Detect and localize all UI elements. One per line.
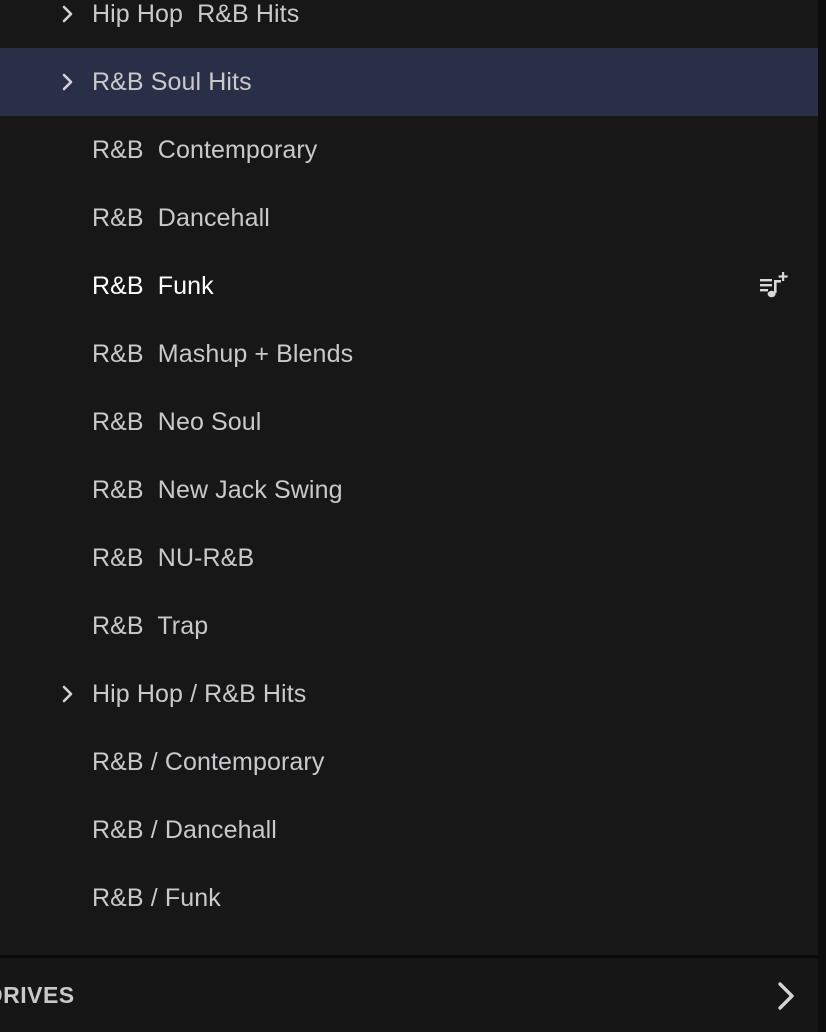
tree-item-rnb-mashup-blends[interactable]: R&B Mashup + Blends xyxy=(0,320,818,388)
tree-item-label: R&B Dancehall xyxy=(92,203,270,232)
tree-item-rnb-contemporary[interactable]: R&B Contemporary xyxy=(0,116,818,184)
tree-item-rnb-nu-rnb[interactable]: R&B NU-R&B xyxy=(0,524,818,592)
tree-item-label: R&B NU-R&B xyxy=(92,543,255,572)
tree-item-rnb-new-jack-swing[interactable]: R&B New Jack Swing xyxy=(0,456,818,524)
tree-item-label: R&B Neo Soul xyxy=(92,407,262,436)
library-browser-panel: Hip Hop R&B Hits R&B Soul Hits R&B Conte… xyxy=(0,0,826,1032)
tree-item-label: R&B / Dancehall xyxy=(92,815,277,844)
tree-item-rnb-soul-hits[interactable]: R&B Soul Hits xyxy=(0,48,818,116)
tree-item-rnb-trap[interactable]: R&B Trap xyxy=(0,592,818,660)
tree-item-label: R&B New Jack Swing xyxy=(92,475,343,504)
chevron-right-icon[interactable] xyxy=(58,72,78,92)
chevron-right-icon[interactable] xyxy=(772,980,800,1012)
tree-item-label: Hip Hop / R&B Hits xyxy=(92,679,307,708)
tree-item-label: Hip Hop R&B Hits xyxy=(92,0,300,28)
tree-item-label: R&B Funk xyxy=(92,271,214,300)
chevron-right-icon[interactable] xyxy=(58,684,78,704)
tree-item-label: R&B Mashup + Blends xyxy=(92,339,354,368)
tree-item-rnb-funk[interactable]: R&B Funk xyxy=(0,252,818,320)
tree-item-label: R&B / Contemporary xyxy=(92,747,325,776)
add-to-queue-icon[interactable] xyxy=(758,270,790,302)
tree-item-label: R&B / Funk xyxy=(92,883,221,912)
tree-item-rnb-neo-soul[interactable]: R&B Neo Soul xyxy=(0,388,818,456)
playlist-tree: Hip Hop R&B Hits R&B Soul Hits R&B Conte… xyxy=(0,0,818,932)
drives-section-label: DRIVES xyxy=(0,982,75,1008)
panel-edge xyxy=(818,0,826,1032)
tree-item-label: R&B Trap xyxy=(92,611,209,640)
tree-item-rnb-slash-contemporary[interactable]: R&B / Contemporary xyxy=(0,728,818,796)
tree-item-label: R&B Contemporary xyxy=(92,135,318,164)
tree-item-rnb-dancehall[interactable]: R&B Dancehall xyxy=(0,184,818,252)
chevron-right-icon[interactable] xyxy=(58,4,78,24)
drives-section-header[interactable]: DRIVES xyxy=(0,958,818,1032)
tree-item-hip-hop-rnb-hits[interactable]: Hip Hop R&B Hits xyxy=(0,0,818,48)
tree-item-hip-hop-slash-rnb-hits[interactable]: Hip Hop / R&B Hits xyxy=(0,660,818,728)
tree-item-rnb-slash-funk[interactable]: R&B / Funk xyxy=(0,864,818,932)
tree-item-rnb-slash-dancehall[interactable]: R&B / Dancehall xyxy=(0,796,818,864)
tree-item-label: R&B Soul Hits xyxy=(92,67,252,96)
